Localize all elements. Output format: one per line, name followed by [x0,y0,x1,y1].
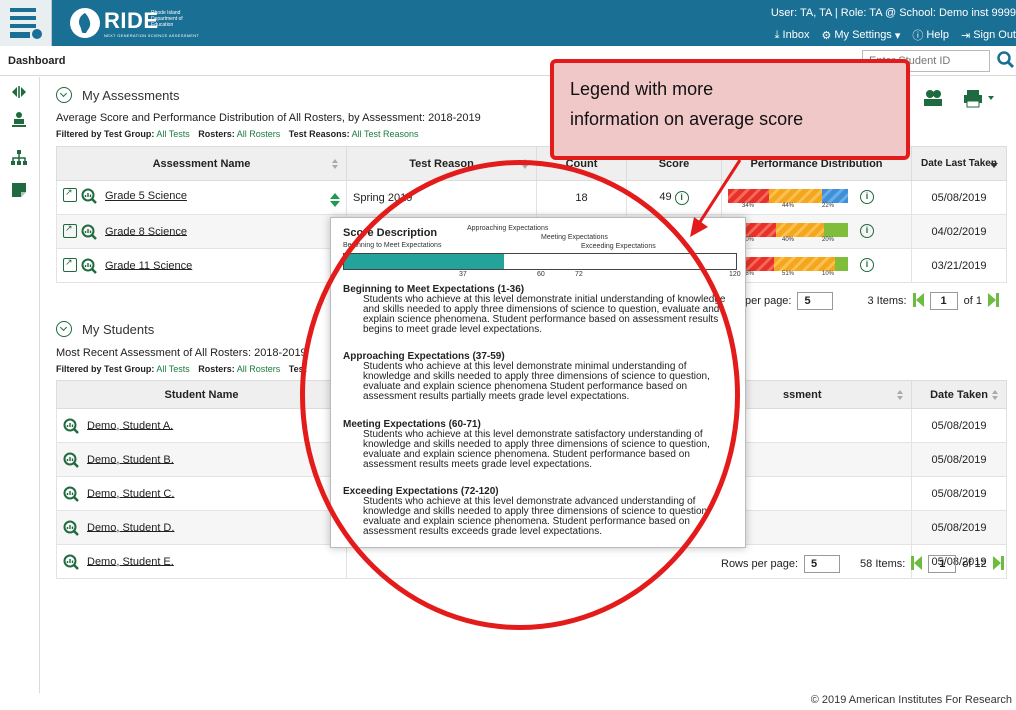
col-assessment-name[interactable]: Assessment Name [56,146,347,181]
left-rail [0,77,40,693]
rows-per-page-input[interactable]: 5 [804,555,841,573]
col-date-taken[interactable]: Date Taken [911,380,1007,409]
students-pager: Rows per page: 5 58 Items: 1 of 12 [721,555,1004,573]
label-approaching: Approaching Expectations [467,225,549,232]
label-meeting: Meeting Expectations [541,234,608,241]
reorder-icon[interactable] [330,193,340,207]
magnify-chart-icon[interactable] [81,258,97,274]
distribution-info-icon[interactable]: i [860,258,874,272]
assessments-pager: per page: 5 3 Items: 1 of 1 [745,292,999,310]
first-page-button[interactable] [912,292,924,310]
student-link[interactable]: Demo, Student A. [87,419,173,431]
app-launcher-icon[interactable] [0,0,52,46]
tick-120: 120 [729,271,741,278]
annotation-callout: Legend with more information on average … [550,59,910,160]
assessment-link[interactable]: Grade 11 Science [105,259,192,271]
hierarchy-icon[interactable] [10,149,28,167]
print-icon[interactable] [962,88,1002,108]
magnify-chart-icon[interactable] [81,188,97,204]
page-number-input[interactable]: 1 [929,292,958,310]
col-test-reason[interactable]: Test Reason [346,146,537,181]
page-title: Dashboard [8,55,66,67]
distribution-info-icon[interactable]: i [860,224,874,238]
tick-72: 72 [575,271,583,278]
sort-down-icon [990,163,998,168]
tick-37: 37 [459,271,467,278]
logo-tagline: NEXT GENERATION SCIENCE ASSESSMENT [104,33,200,38]
expand-collapse-icon[interactable] [10,83,28,101]
level-text: Students who achieve at this level demon… [363,361,710,402]
level-text: Students who achieve at this level demon… [363,429,710,470]
performance-bar [728,257,848,271]
col-date-last-taken[interactable]: Date Last Taken [911,146,1007,181]
students-description: Most Recent Assessment of All Rosters: 2… [56,347,307,359]
classroom-icon[interactable] [10,111,28,129]
annotation-arrow-icon [690,159,742,237]
assessments-filter: Filtered by Test Group: All Tests Roster… [56,129,419,139]
rows-per-page-input[interactable]: 5 [797,292,834,310]
assessments-title: My Assessments [82,88,180,103]
student-link[interactable]: Demo, Student E. [87,555,174,567]
first-page-button[interactable] [911,555,923,573]
magnify-chart-icon[interactable] [63,520,79,536]
gear-icon: ⚙ [821,29,832,42]
header-links: ⤓ Inbox ⚙ My Settings ▾ ⓘ Help ⇥ Sign Out [775,27,1016,43]
logo-subtitle: Rhode Island Department of Education [151,10,183,28]
help-icon: ⓘ [912,30,924,42]
app-header: RIDE Rhode Island Department of Educatio… [0,0,1016,46]
help-link[interactable]: ⓘ Help [912,27,949,43]
magnify-chart-icon[interactable] [63,554,79,570]
next-page-button[interactable] [992,555,1004,573]
search-icon[interactable] [996,50,1016,70]
students-toggle-icon[interactable] [56,321,72,337]
students-filter: Filtered by Test Group: All Tests Roster… [56,364,307,374]
add-roster-icon[interactable] [922,88,944,108]
magnify-chart-icon[interactable] [63,452,79,468]
student-link[interactable]: Demo, Student C. [87,487,174,499]
caret-down-icon: ▾ [894,29,901,42]
student-link[interactable]: Demo, Student B. [87,453,174,465]
magnify-chart-icon[interactable] [81,224,97,240]
report-icon[interactable] [63,257,77,272]
sort-icon [332,159,338,169]
magnify-chart-icon[interactable] [63,418,79,434]
score-description-popup: Score Description Beginning to Meet Expe… [330,217,746,548]
label-beginning: Beginning to Meet Expectations [343,242,442,249]
tick-60: 60 [537,271,545,278]
label-exceeding: Exceeding Expectations [581,243,656,250]
scale-segment-teal [344,254,504,269]
sort-icon [992,390,998,400]
score-scale-bar [343,253,737,270]
assessments-toggle-icon[interactable] [56,87,72,103]
assessment-link[interactable]: Grade 8 Science [105,225,187,237]
assessment-link[interactable]: Grade 5 Science [105,190,187,202]
popup-title: Score Description [343,227,438,239]
signout-link[interactable]: ⇥ Sign Out [961,27,1016,43]
user-info: User: TA, TA | Role: TA @ School: Demo i… [770,7,1016,19]
last-page-button[interactable] [987,292,999,310]
footer-copyright: © 2019 American Institutes For Research [810,694,1012,706]
sort-icon [522,159,528,169]
note-icon[interactable] [10,181,28,199]
level-text: Students who achieve at this level demon… [363,496,710,537]
student-link[interactable]: Demo, Student D. [87,521,174,533]
download-icon: ⤓ [774,28,780,41]
distribution-info-icon[interactable]: i [860,190,874,204]
assessments-description: Average Score and Performance Distributi… [56,112,481,124]
level-text: Students who achieve at this level demon… [363,294,726,335]
settings-link[interactable]: ⚙ My Settings ▾ [821,27,900,43]
callout-text: Legend with more [570,79,714,99]
report-icon[interactable] [63,187,77,202]
inbox-link[interactable]: ⤓ Inbox [775,27,810,43]
students-title: My Students [82,322,155,337]
ride-logo-icon [70,8,100,38]
page-number-input[interactable]: 1 [928,555,957,573]
signout-icon: ⇥ [960,29,971,42]
table-row: Grade 5 Science Spring 2019 18 49 i 34%4… [56,180,1007,215]
col-student-name[interactable]: Student Name [56,380,347,409]
magnify-chart-icon[interactable] [63,486,79,502]
report-icon[interactable] [63,223,77,238]
sort-icon [897,390,903,400]
callout-text: information on average score [570,109,804,129]
